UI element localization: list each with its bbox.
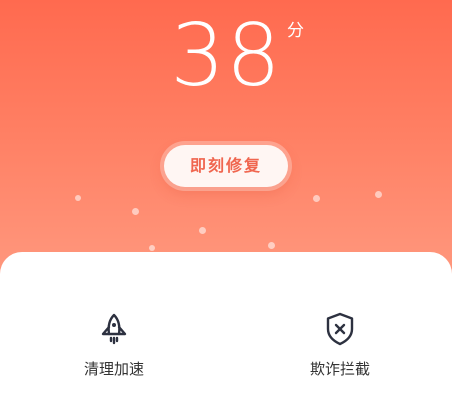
feature-fraud-block[interactable]: 欺诈拦截 (280, 310, 400, 379)
score-value: 38 (170, 6, 282, 106)
decorative-dot (375, 191, 382, 198)
feature-clean-speedup[interactable]: 清理加速 (54, 310, 174, 379)
feature-panel: 清理加速 欺诈拦截 (0, 252, 452, 412)
rocket-icon (101, 313, 127, 345)
feature-label: 欺诈拦截 (309, 360, 370, 378)
decorative-dot (199, 227, 206, 234)
decorative-dot (75, 195, 81, 201)
score-header: 38 分 即刻修复 (0, 0, 452, 290)
decorative-dot (313, 195, 320, 202)
decorative-dot (149, 245, 155, 251)
repair-now-button[interactable]: 即刻修复 (164, 145, 288, 187)
decorative-dot (132, 208, 139, 215)
score-unit: 分 (287, 21, 304, 41)
score-display: 38 (0, 6, 452, 106)
feature-label: 清理加速 (83, 360, 144, 378)
shield-x-icon (326, 312, 354, 346)
decorative-dot (268, 242, 275, 249)
